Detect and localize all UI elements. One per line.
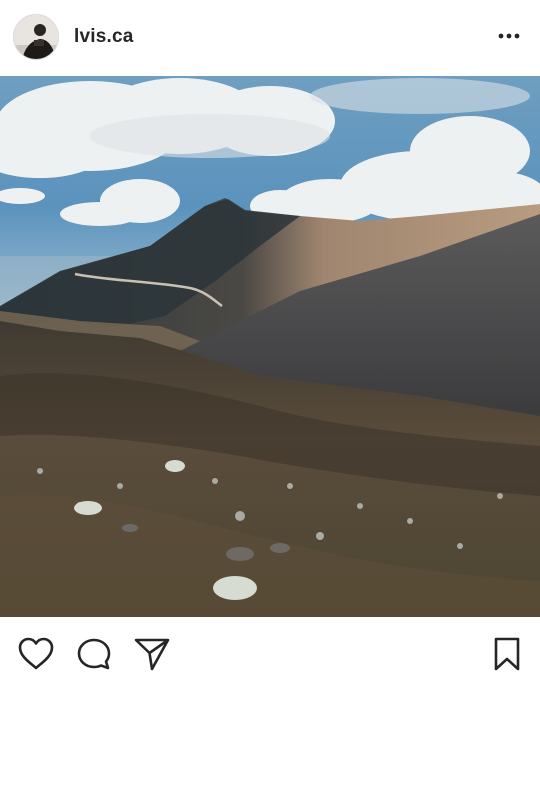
more-dots-icon (498, 33, 520, 39)
share-button[interactable] (133, 636, 171, 672)
comment-button[interactable] (75, 636, 113, 672)
post-photo[interactable] (0, 76, 540, 617)
like-button[interactable] (17, 636, 55, 672)
send-paper-plane-icon (134, 638, 170, 671)
bookmark-icon (494, 637, 520, 671)
post-header: lvis.ca (0, 0, 540, 76)
heart-icon (18, 637, 54, 670)
comment-bubble-icon (77, 638, 111, 670)
post-actions (0, 617, 540, 687)
more-options-button[interactable] (496, 22, 522, 50)
landscape-image (0, 76, 540, 617)
save-button[interactable] (488, 636, 526, 672)
username[interactable]: lvis.ca (74, 26, 134, 48)
avatar-image (14, 15, 58, 59)
user-avatar[interactable] (13, 14, 59, 60)
